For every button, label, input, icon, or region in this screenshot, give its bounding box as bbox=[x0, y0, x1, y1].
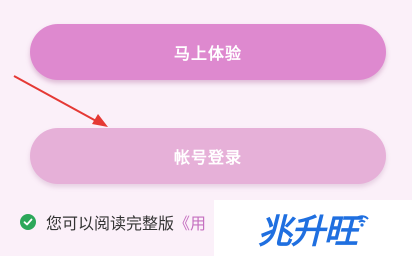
try-now-button[interactable]: 马上体验 bbox=[30, 24, 386, 80]
watermark-logo: 兆升旺 bbox=[214, 200, 412, 256]
agreement-link[interactable]: 《用 bbox=[174, 210, 206, 234]
account-login-label: 帐号登录 bbox=[173, 148, 242, 167]
check-circle-icon[interactable] bbox=[20, 214, 36, 230]
agreement-text: 您可以阅读完整版 bbox=[46, 214, 175, 233]
wifi-icon bbox=[355, 215, 369, 227]
account-login-button[interactable]: 帐号登录 bbox=[30, 128, 386, 184]
watermark-text: 兆升旺 bbox=[258, 211, 358, 252]
agreement-row: 您可以阅读完整版 《用 bbox=[20, 210, 206, 234]
try-now-label: 马上体验 bbox=[173, 44, 242, 63]
